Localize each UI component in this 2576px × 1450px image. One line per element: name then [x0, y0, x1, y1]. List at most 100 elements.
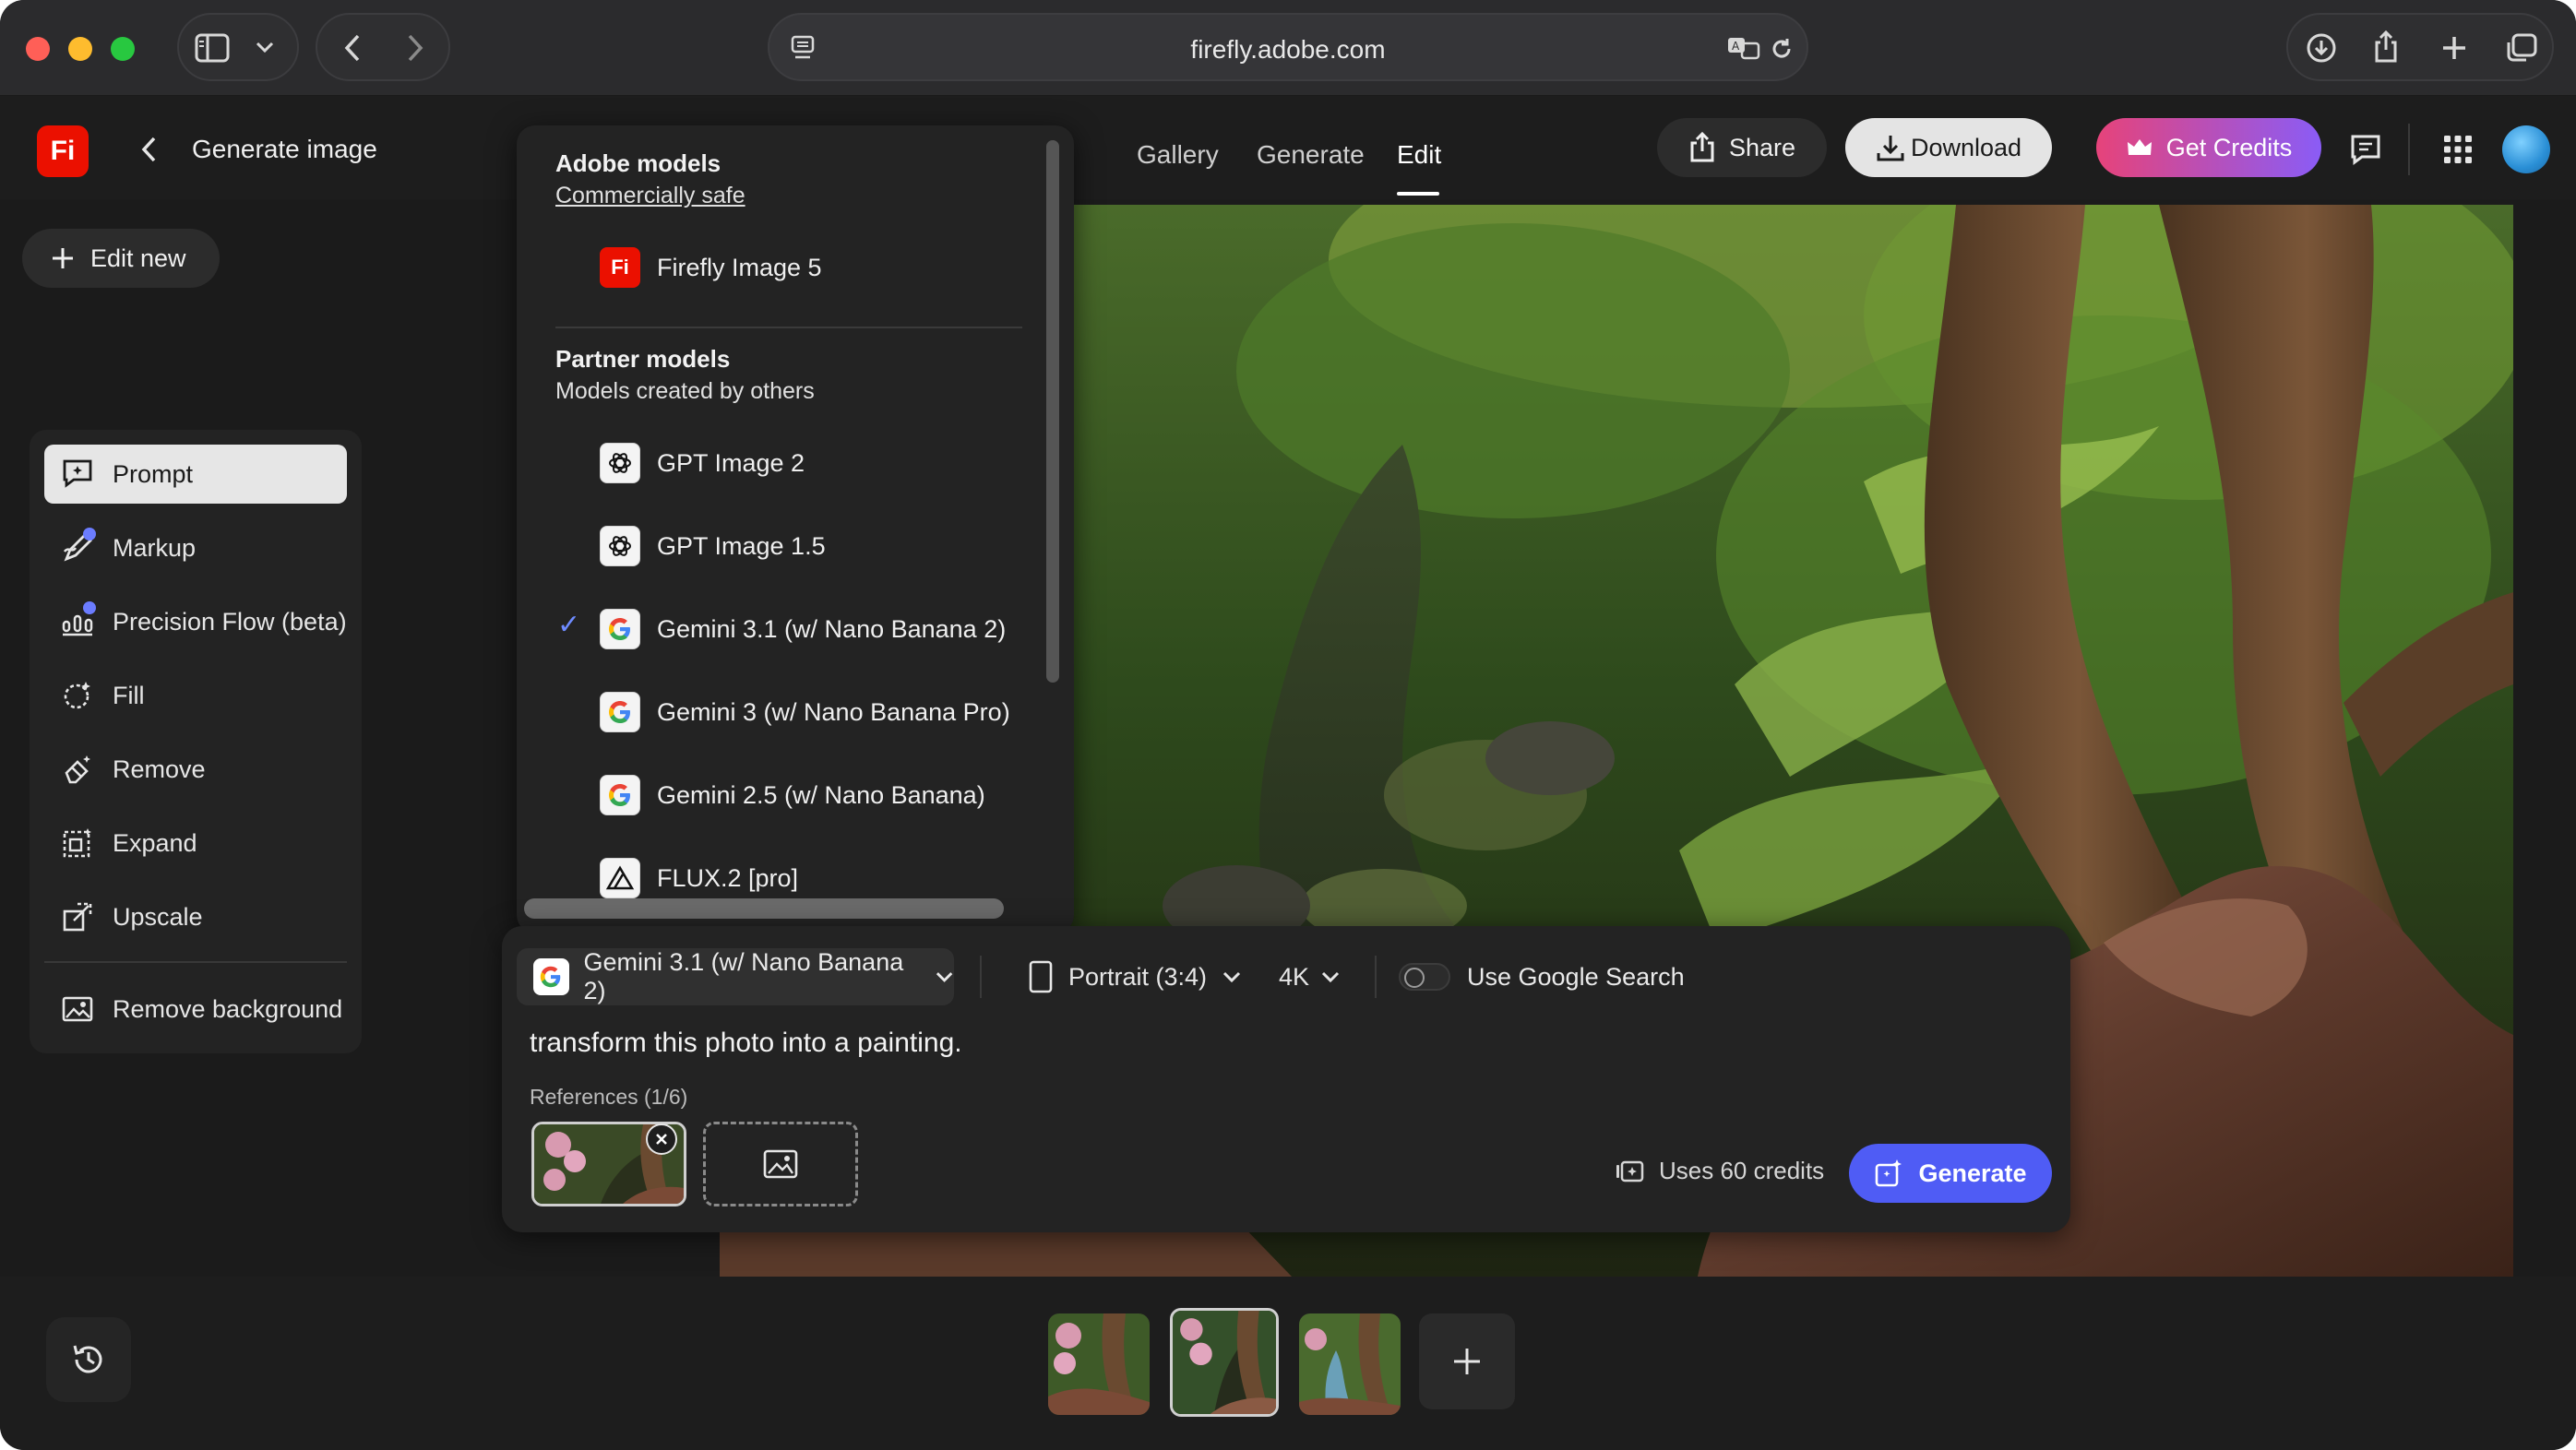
chevron-down-icon — [1321, 971, 1340, 983]
add-reference-button[interactable] — [703, 1122, 858, 1206]
tool-label: Prompt — [113, 459, 194, 488]
model-dropdown: Adobe models Commercially safe Fi Firefl… — [517, 125, 1074, 933]
selected-model-label: Gemini 3.1 (w/ Nano Banana 2) — [583, 948, 904, 1004]
tool-precision-flow[interactable]: Precision Flow (beta) — [44, 592, 347, 651]
history-icon — [73, 1345, 102, 1373]
download-button[interactable]: Download — [1845, 118, 2052, 177]
markup-icon — [59, 528, 96, 566]
forward-icon[interactable] — [397, 30, 434, 66]
credits-label: Get Credits — [2165, 133, 2293, 161]
model-option-gemini-3[interactable]: Gemini 3 (w/ Nano Banana Pro) — [600, 690, 1010, 734]
resolution-selector[interactable]: 4K — [1279, 956, 1341, 998]
get-credits-button[interactable]: Get Credits — [2096, 118, 2321, 177]
tool-expand[interactable]: Expand — [44, 814, 347, 873]
tab-edit[interactable]: Edit — [1397, 140, 1441, 170]
model-label: GPT Image 1.5 — [657, 531, 826, 560]
page-title[interactable]: Generate image — [192, 135, 377, 164]
back-arrow-icon[interactable] — [135, 131, 162, 168]
reload-icon[interactable] — [1766, 33, 1797, 65]
model-selector[interactable]: Gemini 3.1 (w/ Nano Banana 2) — [517, 948, 954, 1005]
share-sheet-icon[interactable] — [2367, 28, 2404, 66]
openai-icon — [600, 526, 640, 566]
close-window-button[interactable] — [26, 37, 50, 61]
new-badge — [83, 601, 96, 614]
generate-button[interactable]: Generate — [1849, 1144, 2052, 1203]
variation-thumbnail-2-selected[interactable] — [1170, 1308, 1279, 1417]
model-label: Gemini 2.5 (w/ Nano Banana) — [657, 780, 985, 809]
share-button[interactable]: Share — [1657, 118, 1827, 177]
sidebar-toggle-icon[interactable] — [192, 30, 233, 66]
model-label: GPT Image 2 — [657, 448, 805, 477]
tool-fill[interactable]: Fill — [44, 666, 347, 725]
feedback-icon[interactable] — [2345, 129, 2386, 170]
variation-image — [1299, 1313, 1401, 1415]
maximize-window-button[interactable] — [111, 37, 135, 61]
tab-generate[interactable]: Generate — [1257, 140, 1365, 170]
variation-thumbnail-3[interactable] — [1299, 1313, 1401, 1415]
tab-overview-icon[interactable] — [2502, 30, 2541, 66]
prompt-panel: Gemini 3.1 (w/ Nano Banana 2) Portrait (… — [502, 926, 2070, 1232]
vertical-scrollbar[interactable] — [1046, 140, 1059, 683]
variation-image — [1048, 1313, 1150, 1415]
tool-markup[interactable]: Markup — [44, 518, 347, 577]
active-tab-indicator — [1397, 192, 1439, 196]
prompt-icon — [59, 456, 96, 493]
google-icon — [600, 692, 640, 732]
minimize-window-button[interactable] — [68, 37, 92, 61]
variation-thumbnail-1[interactable] — [1048, 1313, 1150, 1415]
model-option-gpt-image-1-5[interactable]: GPT Image 1.5 — [600, 524, 826, 568]
tool-remove[interactable]: Remove — [44, 740, 347, 799]
back-icon[interactable] — [334, 30, 371, 66]
avatar[interactable] — [2502, 125, 2550, 173]
close-icon — [656, 1134, 667, 1145]
model-option-flux-2-pro[interactable]: FLUX.2 [pro] — [600, 856, 798, 900]
new-tab-icon[interactable] — [2436, 30, 2473, 66]
model-label: Gemini 3 (w/ Nano Banana Pro) — [657, 697, 1010, 726]
model-label: Firefly Image 5 — [657, 253, 822, 281]
model-option-firefly-image-5[interactable]: Fi Firefly Image 5 — [600, 245, 822, 290]
aspect-ratio-selector[interactable]: Portrait (3:4) — [1028, 956, 1242, 998]
header-divider — [2408, 124, 2410, 175]
partner-models-subtitle: Models created by others — [555, 378, 815, 404]
tool-label: Remove background — [113, 994, 343, 1023]
credits-usage-label: Uses 60 credits — [1659, 1157, 1825, 1184]
downloads-icon[interactable] — [2303, 30, 2340, 66]
resolution-label: 4K — [1279, 962, 1310, 991]
tool-label: Remove — [113, 755, 206, 783]
tool-prompt[interactable]: Prompt — [44, 445, 347, 504]
tool-label: Upscale — [113, 902, 203, 931]
tool-label: Precision Flow (beta) — [113, 607, 347, 636]
chevron-down-icon[interactable] — [251, 33, 279, 61]
firefly-logo[interactable]: Fi — [37, 125, 89, 177]
tab-gallery[interactable]: Gallery — [1137, 140, 1219, 170]
model-option-gemini-2-5[interactable]: Gemini 2.5 (w/ Nano Banana) — [600, 773, 985, 817]
history-button[interactable] — [46, 1317, 131, 1402]
address-bar[interactable]: firefly.adobe.com A — [768, 13, 1808, 81]
tool-label: Fill — [113, 681, 145, 709]
browser-toolbar: firefly.adobe.com A — [0, 0, 2576, 96]
share-label: Share — [1728, 133, 1796, 161]
translate-icon[interactable]: A — [1725, 31, 1762, 65]
chevron-down-icon — [936, 972, 953, 982]
model-option-gemini-3-1[interactable]: Gemini 3.1 (w/ Nano Banana 2) — [600, 607, 1006, 651]
edit-new-button[interactable]: Edit new — [22, 229, 220, 288]
google-search-toggle[interactable] — [1399, 963, 1450, 991]
chevron-down-icon — [1222, 971, 1241, 983]
google-search-label: Use Google Search — [1467, 963, 1685, 991]
horizontal-scrollbar[interactable] — [524, 898, 1004, 919]
svg-text:A: A — [1732, 40, 1740, 53]
commercially-safe-link[interactable]: Commercially safe — [555, 183, 745, 209]
add-variation-button[interactable] — [1419, 1313, 1515, 1409]
google-icon — [533, 958, 569, 995]
tool-remove-background[interactable]: Remove background — [44, 980, 347, 1039]
remove-background-icon — [59, 991, 96, 1028]
expand-icon — [59, 825, 96, 862]
generate-icon — [1876, 1159, 1902, 1187]
prompt-input[interactable]: transform this photo into a painting. — [530, 1028, 962, 1059]
remove-reference-button[interactable] — [646, 1123, 677, 1155]
tool-upscale[interactable]: Upscale — [44, 887, 347, 946]
references-label: References (1/6) — [530, 1085, 688, 1109]
model-option-gpt-image-2[interactable]: GPT Image 2 — [600, 441, 805, 485]
google-icon — [600, 609, 640, 649]
apps-grid-icon[interactable] — [2439, 131, 2476, 168]
